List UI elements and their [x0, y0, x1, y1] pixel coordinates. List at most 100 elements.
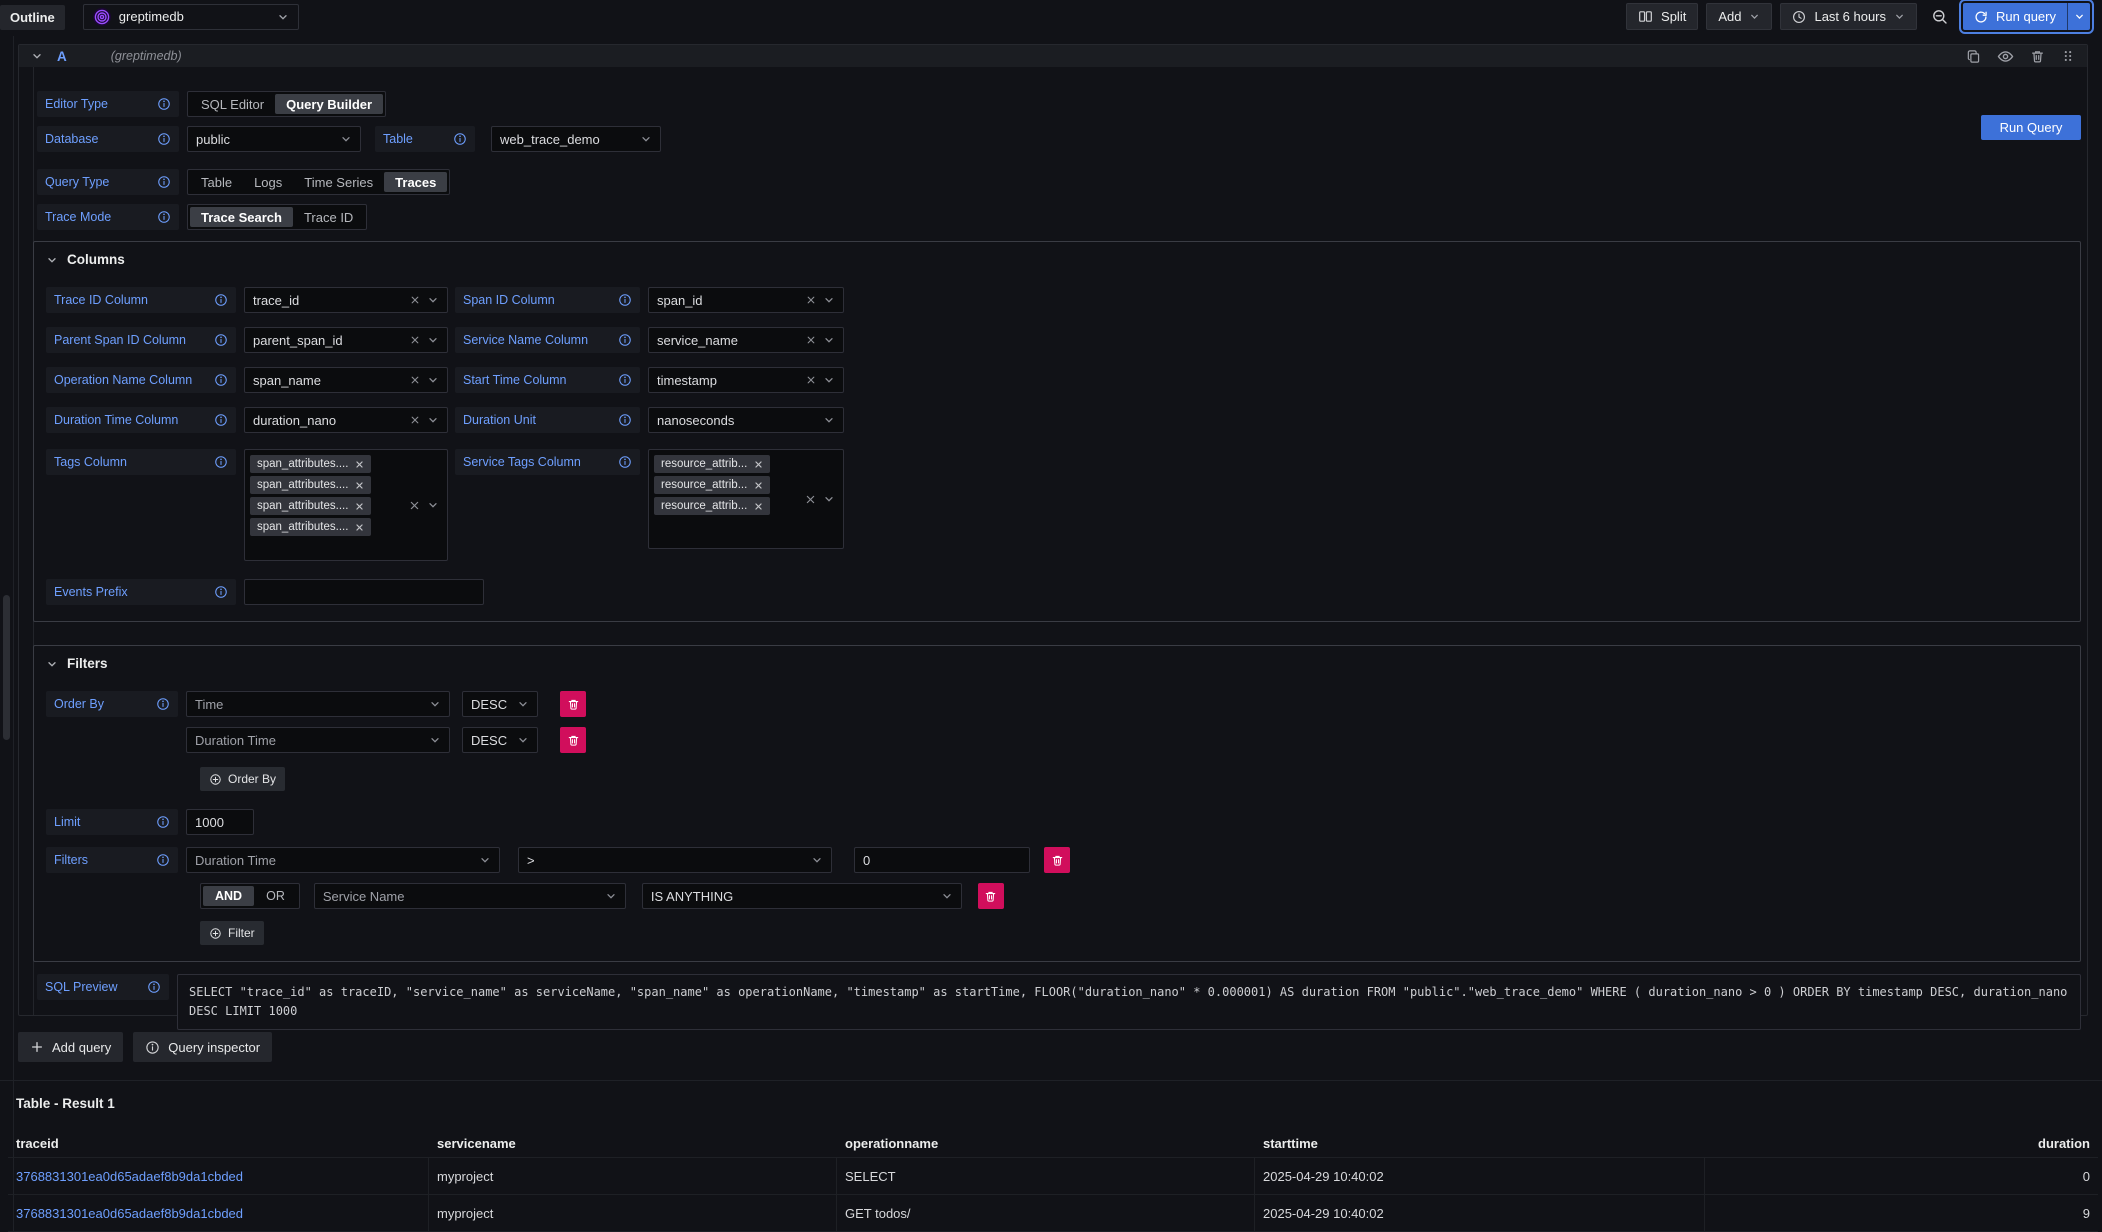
tab-logs[interactable]: Logs	[243, 172, 293, 192]
trace-id-link[interactable]: 3768831301ea0d65adaef8b9da1cbded	[16, 1169, 243, 1184]
info-icon[interactable]	[147, 980, 161, 994]
info-icon[interactable]	[214, 373, 228, 387]
span-id-column-select[interactable]: span_id	[648, 287, 844, 313]
filter-field-select[interactable]: Duration Time	[186, 847, 500, 873]
chevron-down-icon[interactable]	[823, 493, 835, 505]
toggle-visibility-eye-icon[interactable]	[1997, 48, 2014, 65]
duration-unit-select[interactable]: nanoseconds	[648, 407, 844, 433]
service-tags-column-multiselect[interactable]: resource_attrib... resource_attrib... re…	[648, 449, 844, 549]
time-range-picker[interactable]: Last 6 hours	[1780, 3, 1917, 30]
datasource-picker[interactable]: greptimedb	[83, 4, 299, 30]
database-select[interactable]: public	[187, 126, 361, 152]
info-icon[interactable]	[618, 413, 632, 427]
duplicate-query-icon[interactable]	[1966, 49, 1981, 64]
editor-run-query-button[interactable]: Run Query	[1981, 115, 2081, 140]
clear-x-icon[interactable]	[410, 295, 420, 305]
tab-time-series[interactable]: Time Series	[293, 172, 384, 192]
remove-order-by-button[interactable]	[560, 727, 586, 753]
clear-x-icon[interactable]	[410, 375, 420, 385]
run-query-button[interactable]: Run query	[1963, 3, 2067, 30]
and-option[interactable]: AND	[203, 886, 254, 906]
collapse-chevron-icon[interactable]	[46, 658, 58, 670]
clear-all-x-icon[interactable]	[409, 500, 420, 511]
remove-chip-x-icon[interactable]	[355, 481, 364, 490]
operation-name-column-select[interactable]: span_name	[244, 367, 448, 393]
clear-x-icon[interactable]	[806, 335, 816, 345]
parent-span-id-column-select[interactable]: parent_span_id	[244, 327, 448, 353]
remove-chip-x-icon[interactable]	[355, 523, 364, 532]
column-header-starttime[interactable]: starttime	[1255, 1130, 1705, 1158]
tag-chip[interactable]: span_attributes....	[250, 497, 371, 515]
tag-chip[interactable]: span_attributes....	[250, 476, 371, 494]
outline-scrollbar-thumb[interactable]	[3, 595, 10, 740]
remove-chip-x-icon[interactable]	[355, 502, 364, 511]
column-header-duration[interactable]: duration	[1705, 1130, 2098, 1158]
clear-x-icon[interactable]	[806, 295, 816, 305]
remove-filter-button[interactable]	[978, 883, 1004, 909]
column-header-traceid[interactable]: traceid	[8, 1130, 429, 1158]
info-icon[interactable]	[214, 585, 228, 599]
collapse-chevron-icon[interactable]	[46, 254, 58, 266]
trace-id-column-select[interactable]: trace_id	[244, 287, 448, 313]
info-icon[interactable]	[618, 333, 632, 347]
remove-chip-x-icon[interactable]	[355, 460, 364, 469]
service-tag-chip[interactable]: resource_attrib...	[654, 455, 770, 473]
info-icon[interactable]	[618, 455, 632, 469]
duration-time-column-select[interactable]: duration_nano	[244, 407, 448, 433]
filter-field-select[interactable]: Service Name	[314, 883, 626, 909]
tag-chip[interactable]: span_attributes....	[250, 455, 371, 473]
chevron-down-icon[interactable]	[427, 499, 439, 511]
clear-x-icon[interactable]	[410, 335, 420, 345]
run-query-options-caret[interactable]	[2067, 3, 2090, 30]
table-select[interactable]: web_trace_demo	[491, 126, 661, 152]
order-by-field-select[interactable]: Time	[186, 691, 450, 717]
column-header-servicename[interactable]: servicename	[429, 1130, 837, 1158]
order-by-direction-select[interactable]: DESC	[462, 727, 538, 753]
tab-sql-editor[interactable]: SQL Editor	[190, 94, 275, 114]
columns-section-header[interactable]: Columns	[46, 252, 2068, 267]
add-filter-button[interactable]: Filter	[200, 921, 264, 945]
trace-id-link[interactable]: 3768831301ea0d65adaef8b9da1cbded	[16, 1206, 243, 1221]
query-row-header[interactable]: A (greptimedb)	[19, 45, 2087, 67]
tags-column-multiselect[interactable]: span_attributes.... span_attributes.... …	[244, 449, 448, 561]
service-tag-chip[interactable]: resource_attrib...	[654, 497, 770, 515]
info-icon[interactable]	[157, 175, 171, 189]
add-query-button[interactable]: Add query	[18, 1032, 123, 1062]
order-by-direction-select[interactable]: DESC	[462, 691, 538, 717]
info-icon[interactable]	[214, 293, 228, 307]
or-option[interactable]: OR	[254, 886, 297, 906]
outline-toggle[interactable]: Outline	[0, 5, 65, 30]
info-icon[interactable]	[157, 210, 171, 224]
info-icon[interactable]	[618, 293, 632, 307]
remove-filter-button[interactable]	[1044, 847, 1070, 873]
add-order-by-button[interactable]: Order By	[200, 767, 285, 791]
filter-operator-select[interactable]: IS ANYTHING	[642, 883, 962, 909]
remove-chip-x-icon[interactable]	[754, 502, 763, 511]
query-inspector-button[interactable]: Query inspector	[133, 1032, 272, 1062]
events-prefix-input[interactable]	[244, 579, 484, 605]
tab-traces[interactable]: Traces	[384, 172, 447, 192]
info-icon[interactable]	[214, 455, 228, 469]
zoom-out-button[interactable]	[1925, 3, 1955, 30]
info-icon[interactable]	[156, 697, 170, 711]
add-button[interactable]: Add	[1706, 3, 1772, 30]
remove-order-by-button[interactable]	[560, 691, 586, 717]
order-by-field-select[interactable]: Duration Time	[186, 727, 450, 753]
info-icon[interactable]	[156, 815, 170, 829]
run-query-split-button[interactable]: Run query	[1963, 3, 2090, 30]
tab-query-builder[interactable]: Query Builder	[275, 94, 383, 114]
filter-operator-select[interactable]: >	[518, 847, 832, 873]
split-button[interactable]: Split	[1626, 3, 1698, 30]
column-header-operationname[interactable]: operationname	[837, 1130, 1255, 1158]
tag-chip[interactable]: span_attributes....	[250, 518, 371, 536]
start-time-column-select[interactable]: timestamp	[648, 367, 844, 393]
service-tag-chip[interactable]: resource_attrib...	[654, 476, 770, 494]
tab-table[interactable]: Table	[190, 172, 243, 192]
remove-chip-x-icon[interactable]	[754, 460, 763, 469]
delete-query-trash-icon[interactable]	[2030, 49, 2045, 64]
limit-input[interactable]: 1000	[186, 809, 254, 835]
drag-handle-icon[interactable]	[2061, 49, 2075, 63]
info-icon[interactable]	[157, 97, 171, 111]
info-icon[interactable]	[618, 373, 632, 387]
tab-trace-search[interactable]: Trace Search	[190, 207, 293, 227]
